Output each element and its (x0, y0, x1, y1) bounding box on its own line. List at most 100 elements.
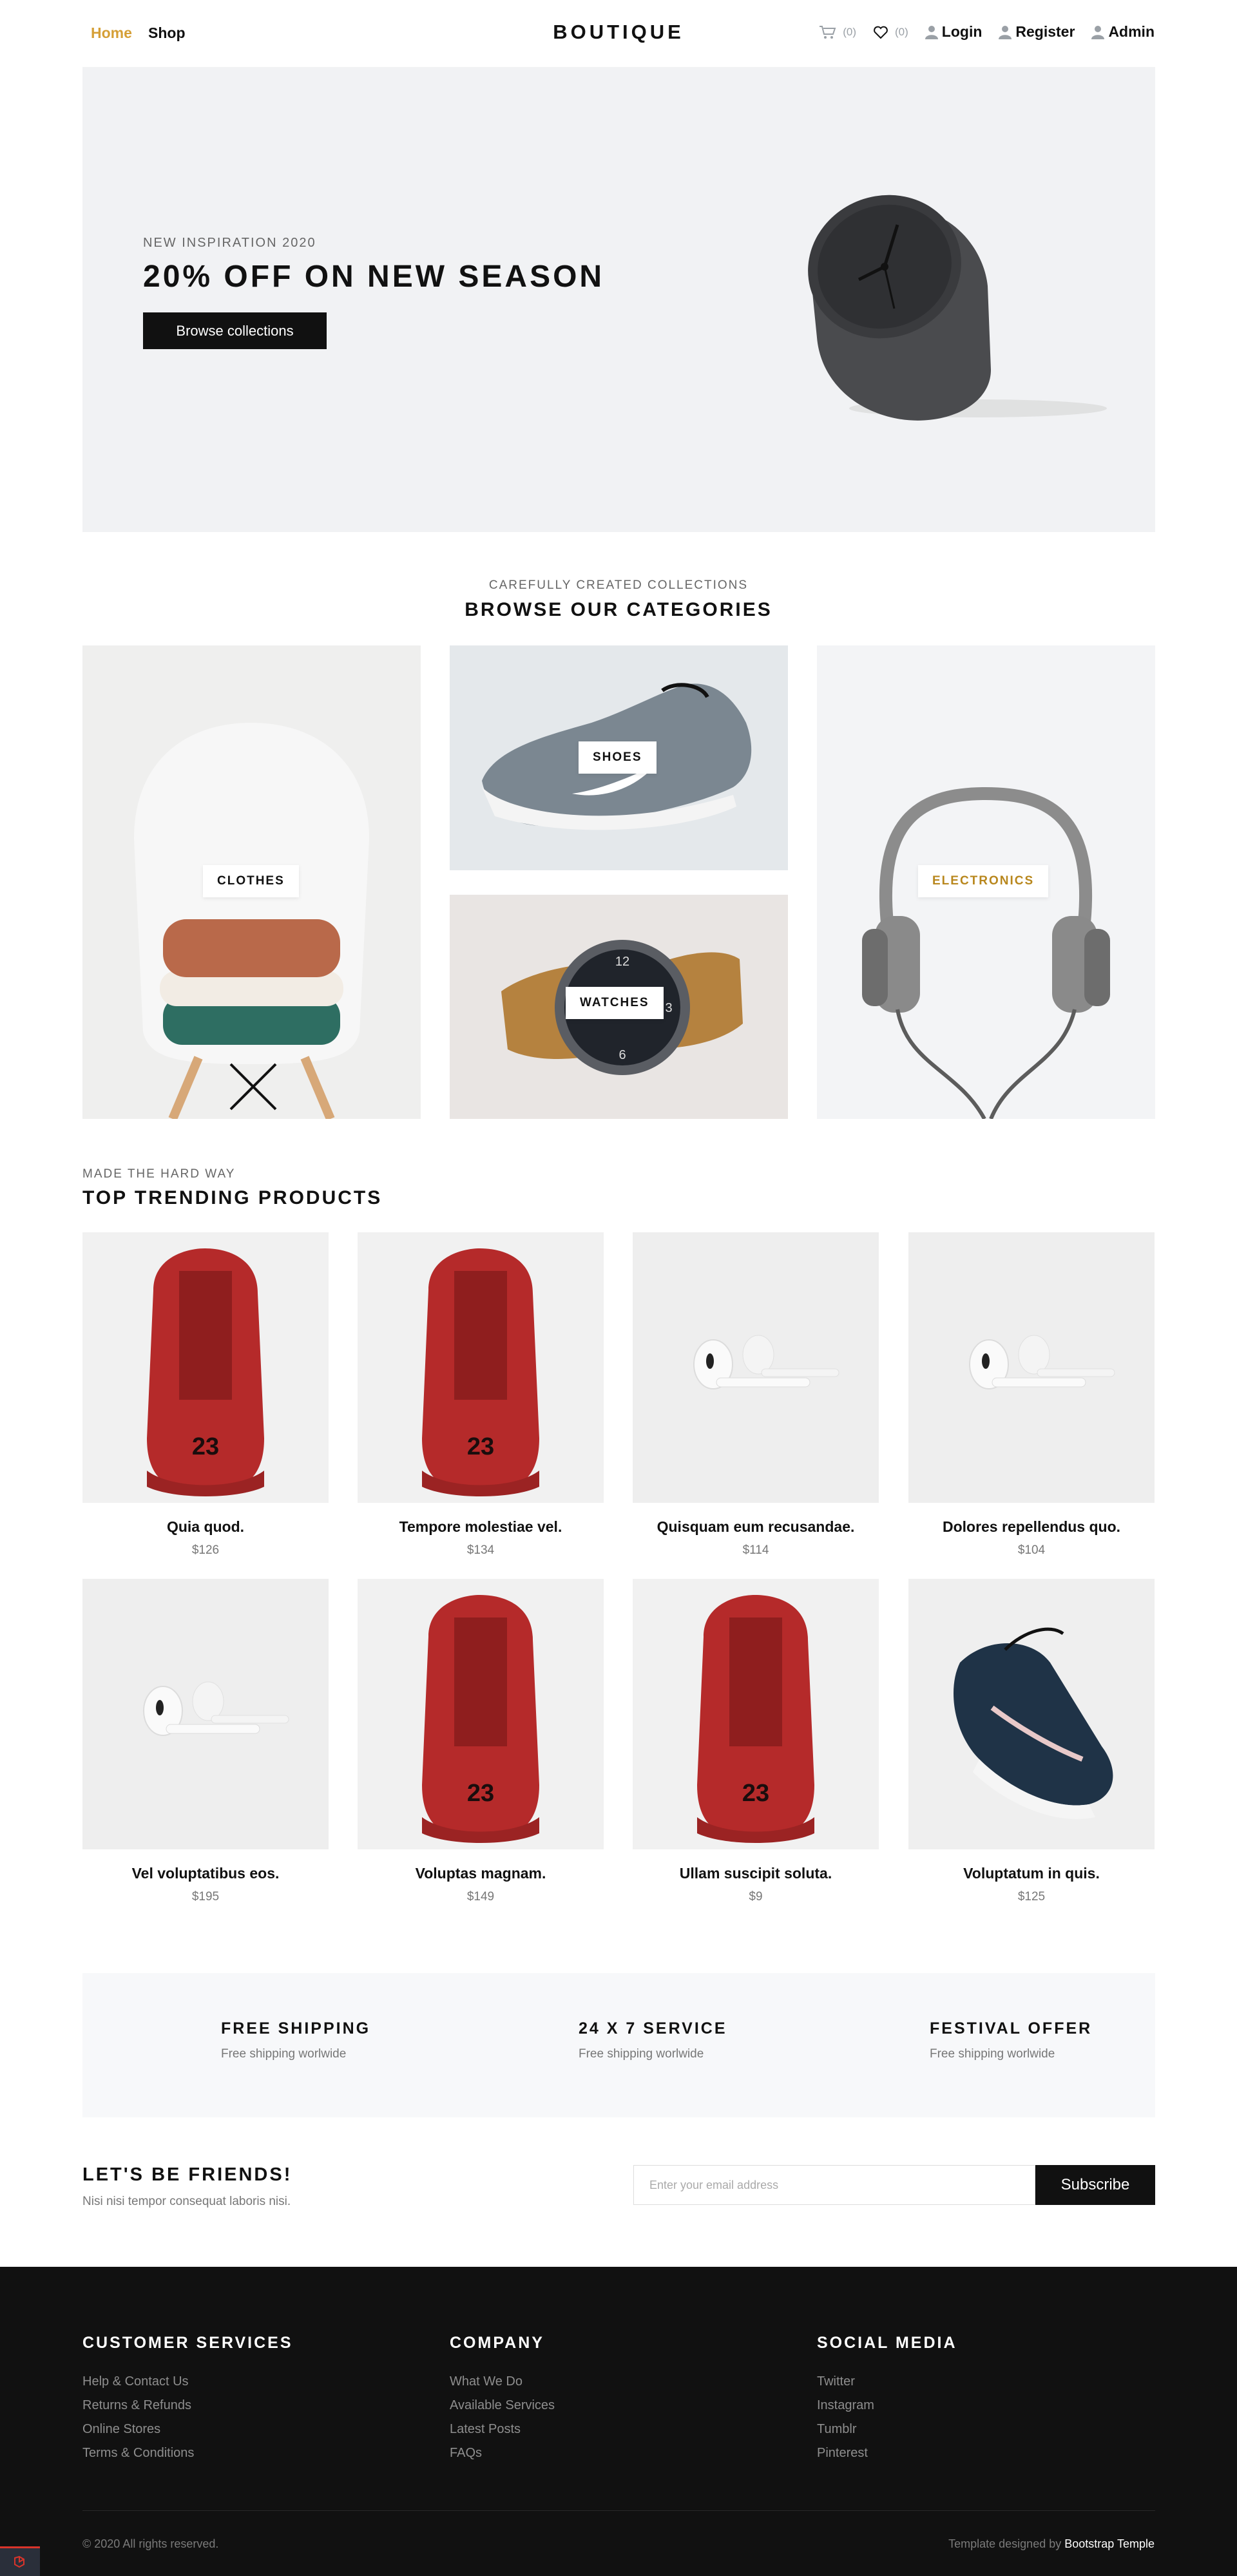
service-title: FREE SHIPPING (221, 2019, 371, 2037)
admin-label: Admin (1108, 23, 1155, 40)
footer-link[interactable]: Help & Contact Us (82, 2374, 293, 2389)
service-24x7: 24 X 7 SERVICE Free shipping worlwide (579, 2019, 727, 2061)
svg-text:3: 3 (665, 1001, 672, 1015)
service-subtitle: Free shipping worlwide (930, 2047, 1055, 2061)
footer-column-title: CUSTOMER SERVICES (82, 2334, 293, 2352)
site-footer: CUSTOMER SERVICES Help & Contact Us Retu… (0, 2267, 1237, 2576)
login-label: Login (941, 23, 983, 40)
product-card[interactable]: Vel voluptatibus eos. $195 (82, 1579, 329, 1904)
category-card-clothes[interactable]: CLOTHES (82, 645, 421, 1119)
footer-link[interactable]: Terms & Conditions (82, 2446, 293, 2461)
newsletter-subtitle: Nisi nisi tempor consequat laboris nisi. (82, 2195, 291, 2208)
nav-wishlist[interactable]: (0) (873, 25, 908, 39)
bootstrap-temple-link[interactable]: Bootstrap Temple (1064, 2537, 1155, 2550)
product-name[interactable]: Quia quod. (82, 1518, 329, 1536)
footer-link[interactable]: Returns & Refunds (82, 2398, 293, 2413)
cart-count: (0) (843, 25, 857, 38)
trending-eyebrow: MADE THE HARD WAY (82, 1167, 236, 1181)
category-card-shoes[interactable]: SHOES (450, 645, 788, 870)
product-image[interactable]: 23 (633, 1579, 879, 1849)
footer-link[interactable]: Pinterest (817, 2446, 957, 2461)
wishlist-count: (0) (895, 25, 908, 38)
product-price: $126 (191, 1543, 220, 1557)
footer-column-title: SOCIAL MEDIA (817, 2334, 957, 2352)
product-card[interactable]: 23 Tempore molestiae vel. $134 (358, 1232, 604, 1558)
svg-text:6: 6 (618, 1048, 626, 1062)
product-name[interactable]: Vel voluptatibus eos. (82, 1865, 329, 1882)
product-price: $134 (466, 1543, 495, 1557)
hero-title: 20% OFF ON NEW SEASON (143, 260, 605, 294)
svg-text:23: 23 (742, 1780, 769, 1807)
svg-text:23: 23 (467, 1433, 494, 1460)
subscribe-button[interactable]: Subscribe (1035, 2165, 1155, 2205)
product-card[interactable]: Voluptatum in quis. $125 (908, 1579, 1155, 1904)
footer-link[interactable]: Tumblr (817, 2422, 957, 2437)
footer-link[interactable]: Twitter (817, 2374, 957, 2389)
nav-admin[interactable]: Admin (1091, 23, 1155, 41)
browse-collections-button[interactable]: Browse collections (143, 312, 327, 349)
product-price: $125 (1017, 1890, 1046, 1903)
trending-title: TOP TRENDING PRODUCTS (82, 1187, 383, 1208)
credit-prefix: Template designed by (948, 2537, 1062, 2550)
product-card[interactable]: Dolores repellendus quo. $104 (908, 1232, 1155, 1558)
top-navbar: Home Shop BOUTIQUE (0) (0) Login Registe… (0, 0, 1237, 67)
product-image[interactable]: 23 (358, 1579, 604, 1849)
product-name[interactable]: Dolores repellendus quo. (908, 1518, 1155, 1536)
footer-link[interactable]: Available Services (450, 2398, 555, 2413)
service-free-shipping: FREE SHIPPING Free shipping worlwide (221, 2019, 370, 2061)
product-name[interactable]: Voluptas magnam. (358, 1865, 604, 1882)
svg-text:23: 23 (192, 1433, 219, 1460)
nav-cart[interactable]: (0) (818, 24, 856, 40)
footer-link[interactable]: Latest Posts (450, 2422, 555, 2437)
category-label-electronics: ELECTRONICS (918, 865, 1049, 897)
clock-product-image (808, 195, 1107, 421)
product-name[interactable]: Ullam suscipit soluta. (633, 1865, 879, 1882)
product-image[interactable] (82, 1579, 329, 1849)
nav-login[interactable]: Login (925, 23, 983, 41)
category-card-watches[interactable]: 12 6 9 3 WATCHES (450, 895, 788, 1119)
product-image[interactable] (908, 1579, 1155, 1849)
user-icon (925, 25, 938, 39)
debug-toolbar-badge[interactable] (0, 2546, 40, 2576)
footer-link[interactable]: FAQs (450, 2446, 555, 2461)
product-name[interactable]: Quisquam eum recusandae. (633, 1518, 879, 1536)
heart-icon (874, 26, 888, 39)
nav-actions: (0) (0) Login Register Admin (818, 23, 1155, 41)
footer-link[interactable]: What We Do (450, 2374, 555, 2389)
categories-title: BROWSE OUR CATEGORIES (465, 599, 772, 620)
product-image[interactable] (633, 1232, 879, 1503)
hero-banner: NEW INSPIRATION 2020 20% OFF ON NEW SEAS… (82, 67, 1155, 532)
category-label-clothes: CLOTHES (203, 865, 299, 897)
category-card-electronics[interactable]: ELECTRONICS (817, 645, 1155, 1119)
svg-text:23: 23 (467, 1780, 494, 1807)
service-festival-offer: FESTIVAL OFFER Free shipping worlwide (930, 2019, 1092, 2061)
hero-eyebrow: NEW INSPIRATION 2020 (143, 236, 316, 250)
product-image[interactable] (908, 1232, 1155, 1503)
product-image[interactable]: 23 (358, 1232, 604, 1503)
footer-column-title: COMPANY (450, 2334, 544, 2352)
footer-divider (82, 2510, 1155, 2511)
user-icon (999, 25, 1012, 39)
product-image[interactable]: 23 (82, 1232, 329, 1503)
category-label-shoes: SHOES (579, 741, 657, 774)
product-name[interactable]: Tempore molestiae vel. (358, 1518, 604, 1536)
footer-column-company: COMPANY What We Do Available Services La… (450, 2334, 555, 2470)
register-label: Register (1015, 23, 1075, 40)
service-subtitle: Free shipping worlwide (221, 2047, 347, 2061)
product-price: $195 (191, 1890, 220, 1903)
product-card[interactable]: 23 Voluptas magnam. $149 (358, 1579, 604, 1904)
product-card[interactable]: Quisquam eum recusandae. $114 (633, 1232, 879, 1558)
categories-eyebrow: CAREFULLY CREATED COLLECTIONS (488, 578, 749, 592)
footer-link[interactable]: Online Stores (82, 2422, 293, 2437)
product-card[interactable]: 23 Ullam suscipit soluta. $9 (633, 1579, 879, 1904)
category-label-watches: WATCHES (566, 987, 664, 1019)
email-input[interactable] (633, 2165, 1035, 2205)
footer-link[interactable]: Instagram (817, 2398, 957, 2413)
product-name[interactable]: Voluptatum in quis. (908, 1865, 1155, 1882)
services-strip: FREE SHIPPING Free shipping worlwide 24 … (82, 1973, 1155, 2117)
product-card[interactable]: 23 Quia quod. $126 (82, 1232, 329, 1558)
product-price: $9 (749, 1890, 763, 1903)
user-icon (1091, 25, 1105, 39)
nav-register[interactable]: Register (999, 23, 1075, 41)
service-title: 24 X 7 SERVICE (579, 2019, 727, 2037)
